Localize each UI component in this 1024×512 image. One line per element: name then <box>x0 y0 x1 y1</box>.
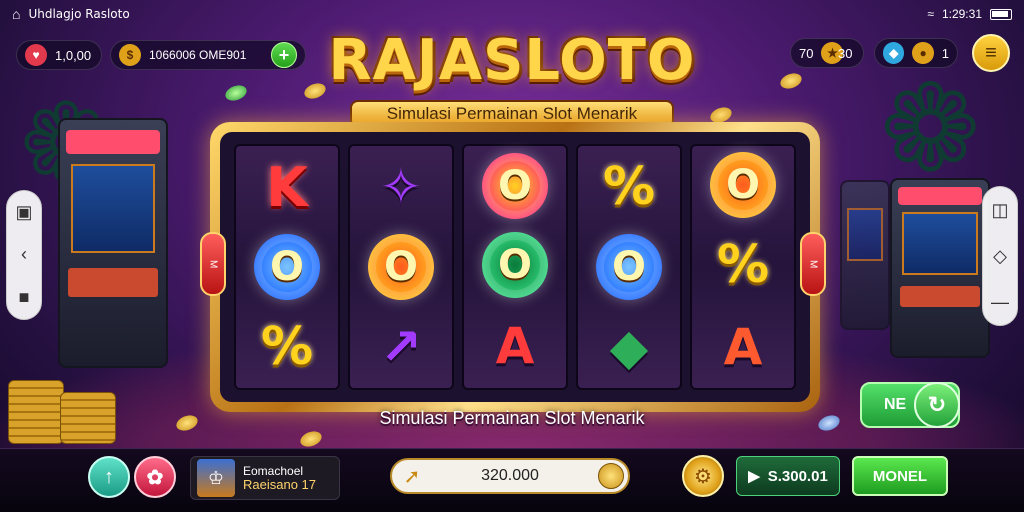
status-bar: ⌂ Uhdlagjo Rasloto ≈ 1:29:31 <box>0 0 1024 28</box>
reel-4: % O ◆ <box>576 144 682 390</box>
reel-side-tab-left[interactable]: M <box>200 232 226 296</box>
player-avatar: ♔ <box>197 459 235 497</box>
side-nav-right: ◫ ◇ — <box>982 186 1018 326</box>
minus-icon[interactable]: — <box>991 292 1009 313</box>
reel-symbol: O <box>254 234 320 300</box>
reel-symbol: K <box>266 155 308 219</box>
app-name: Uhdlagjo Rasloto <box>28 7 130 21</box>
square-icon[interactable]: ■ <box>19 287 30 308</box>
clock: 1:29:31 <box>941 7 982 21</box>
spin-button[interactable]: ▶ S.300.01 <box>736 456 840 496</box>
reel-1: K O% <box>234 144 340 390</box>
play-icon: ▶ <box>748 468 760 485</box>
home-icon: ⌂ <box>12 6 21 22</box>
reel-symbol: A <box>723 318 763 376</box>
refresh-icon: ↻ <box>914 382 960 428</box>
slot-machine-left <box>58 118 168 368</box>
reel-symbol: ↗ <box>380 318 422 376</box>
spin-button-label: S.300.01 <box>767 467 828 485</box>
camera-icon[interactable]: ▣ <box>15 202 32 223</box>
up-arrow-button[interactable]: ↑ <box>88 456 130 498</box>
reel-symbol: % <box>260 317 314 377</box>
bet-display[interactable]: ➚ 320.000 <box>390 458 630 494</box>
play-button-label: MONEL <box>872 467 928 485</box>
reel-symbol: O <box>710 152 776 218</box>
auto-spin-button[interactable]: ⚙ <box>682 455 724 497</box>
next-button[interactable]: NE ↻ <box>860 382 960 428</box>
reel-2: ✧ O ↗ <box>348 144 454 390</box>
player-info-line1: Eomachoel <box>243 464 304 478</box>
play-button[interactable]: MONEL <box>852 456 948 496</box>
bet-value: 320.000 <box>481 467 539 484</box>
reel-frame: K O% ✧ O ↗ O O A% O ◆ O% A <box>210 122 820 412</box>
rotate-icon[interactable]: ◇ <box>993 246 1007 267</box>
reel-side-tab-right[interactable]: M <box>800 232 826 296</box>
reel-symbol: O <box>482 231 548 298</box>
slot-machine-far-right <box>840 180 890 330</box>
battery-icon <box>990 8 1012 20</box>
side-nav-left: ▣ ‹ ■ <box>6 190 42 320</box>
reel-symbol: ✧ <box>380 158 422 216</box>
reel-symbol: O <box>596 234 662 300</box>
reel-symbol: ◆ <box>609 318 649 376</box>
reel-symbol: O <box>482 152 548 219</box>
screenshot-icon[interactable]: ◫ <box>991 200 1008 221</box>
player-info-line2: Raeisano 17 <box>243 477 316 492</box>
reel-3: OOA <box>462 144 568 390</box>
coin-icon <box>598 463 624 489</box>
player-info[interactable]: ♔ Eomachoel Raeisano 17 <box>190 456 340 500</box>
next-button-label: NE <box>884 396 907 413</box>
reel-5: O% A <box>690 144 796 390</box>
back-icon[interactable]: ‹ <box>21 244 27 265</box>
reel-symbol: % <box>716 235 770 295</box>
reel-symbol: % <box>602 157 656 217</box>
reel-symbol: O <box>368 234 434 300</box>
wifi-icon: ≈ <box>927 7 934 21</box>
reel-symbol: A <box>495 317 535 376</box>
game-hub-button[interactable]: ✿ <box>134 456 176 498</box>
slot-machine-right <box>890 178 990 358</box>
lever-icon: ➚ <box>403 465 421 488</box>
reel-area: K O% ✧ O ↗ O O A% O ◆ O% A <box>220 132 810 402</box>
game-title: RAJASLOTO <box>328 28 696 93</box>
